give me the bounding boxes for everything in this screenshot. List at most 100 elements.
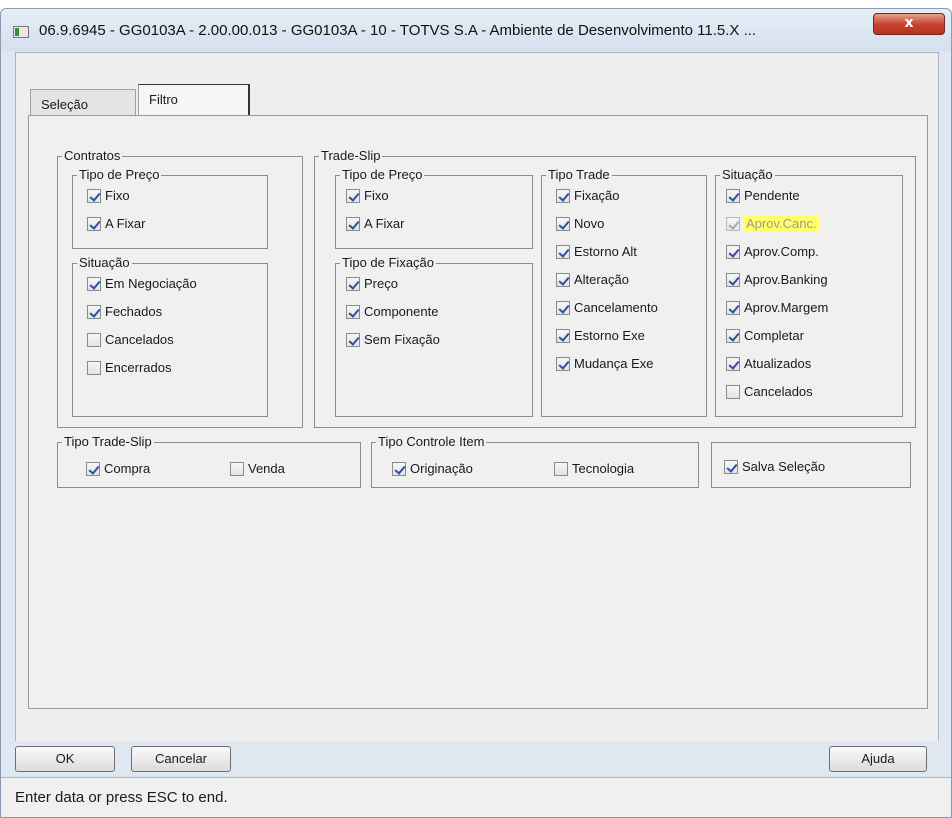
checkbox-box[interactable] bbox=[724, 459, 738, 474]
checkbox-box[interactable] bbox=[346, 188, 360, 203]
checkbox-box[interactable] bbox=[726, 328, 740, 343]
checkbox-box[interactable] bbox=[87, 216, 101, 231]
checkbox-box[interactable] bbox=[86, 461, 100, 476]
checkbox-label: Cancelamento bbox=[574, 300, 658, 315]
checkbox-aprov-comp[interactable]: Aprov.Comp. bbox=[726, 244, 819, 259]
checkbox-label: Em Negociação bbox=[105, 276, 197, 291]
checkbox-label: Completar bbox=[744, 328, 804, 343]
filtro-panel: Contratos Tipo de Preço Fixo A Fixar Sit… bbox=[28, 115, 928, 709]
checkbox-estorno-alt[interactable]: Estorno Alt bbox=[556, 244, 637, 259]
ok-button[interactable]: OK bbox=[15, 746, 115, 772]
checkbox-encerrados[interactable]: Encerrados bbox=[87, 360, 171, 375]
checkbox-box[interactable] bbox=[346, 276, 360, 291]
checkbox-box[interactable] bbox=[556, 272, 570, 287]
checkbox-fixacao[interactable]: Fixação bbox=[556, 188, 620, 203]
group-label: Tipo Controle Item bbox=[376, 434, 487, 450]
checkbox-pendente[interactable]: Pendente bbox=[726, 188, 800, 203]
checkbox-box[interactable] bbox=[346, 216, 360, 231]
checkbox-aprov-margem[interactable]: Aprov.Margem bbox=[726, 300, 828, 315]
checkbox-box bbox=[726, 216, 740, 231]
checkbox-label: Fixo bbox=[105, 188, 130, 203]
checkbox-label: Preço bbox=[364, 276, 398, 291]
checkbox-label: Estorno Exe bbox=[574, 328, 645, 343]
checkbox-contratos-fixo[interactable]: Fixo bbox=[87, 188, 130, 203]
checkbox-box[interactable] bbox=[346, 304, 360, 319]
checkbox-box[interactable] bbox=[556, 216, 570, 231]
checkbox-label: Estorno Alt bbox=[574, 244, 637, 259]
checkbox-label: Alteração bbox=[574, 272, 629, 287]
checkbox-box[interactable] bbox=[554, 461, 568, 476]
checkbox-label-highlighted: Aprov.Canc. bbox=[744, 216, 819, 231]
group-trade-situacao: Situação Pendente Aprov.Canc. Aprov.Comp… bbox=[715, 167, 903, 417]
tab-filtro[interactable]: Filtro bbox=[138, 84, 250, 116]
tab-selecao[interactable]: Seleção bbox=[30, 89, 136, 115]
checkbox-box[interactable] bbox=[87, 332, 101, 347]
group-label: Tipo de Fixação bbox=[340, 255, 437, 271]
checkbox-sem-fixacao[interactable]: Sem Fixação bbox=[346, 332, 440, 347]
checkbox-box[interactable] bbox=[87, 304, 101, 319]
window-title: 06.9.6945 - GG0103A - 2.00.00.013 - GG01… bbox=[39, 22, 757, 39]
checkbox-trade-cancelados[interactable]: Cancelados bbox=[726, 384, 813, 399]
checkbox-trade-fixo[interactable]: Fixo bbox=[346, 188, 389, 203]
status-text: Enter data or press ESC to end. bbox=[15, 789, 228, 806]
checkbox-label: Tecnologia bbox=[572, 461, 635, 476]
checkbox-label: Salva Seleção bbox=[742, 459, 826, 474]
checkbox-box[interactable] bbox=[556, 328, 570, 343]
checkbox-box[interactable] bbox=[230, 461, 244, 476]
checkbox-label: Aprov.Comp. bbox=[744, 244, 819, 259]
close-button[interactable]: x bbox=[873, 13, 945, 35]
group-contratos-situacao: Situação Em Negociação Fechados Cancelad… bbox=[72, 255, 268, 417]
checkbox-fechados[interactable]: Fechados bbox=[87, 304, 162, 319]
group-salva-selecao: Salva Seleção bbox=[711, 442, 911, 488]
checkbox-label: Aprov.Banking bbox=[744, 272, 828, 287]
checkbox-originacao[interactable]: Originação bbox=[392, 461, 473, 476]
group-tipo-fixacao: Tipo de Fixação Preço Componente Sem Fix… bbox=[335, 255, 533, 417]
checkbox-box[interactable] bbox=[392, 461, 406, 476]
title-bar[interactable]: 06.9.6945 - GG0103A - 2.00.00.013 - GG01… bbox=[1, 9, 951, 51]
checkbox-box[interactable] bbox=[726, 188, 740, 203]
checkbox-novo[interactable]: Novo bbox=[556, 216, 604, 231]
checkbox-label: A Fixar bbox=[364, 216, 405, 231]
checkbox-box[interactable] bbox=[556, 300, 570, 315]
group-label: Tipo de Preço bbox=[340, 167, 425, 183]
checkbox-preco[interactable]: Preço bbox=[346, 276, 398, 291]
checkbox-box[interactable] bbox=[346, 332, 360, 347]
group-tipo-controle-item: Tipo Controle Item Originação Tecnologia bbox=[371, 434, 699, 488]
checkbox-box[interactable] bbox=[726, 384, 740, 399]
cancelar-button[interactable]: Cancelar bbox=[131, 746, 231, 772]
checkbox-box[interactable] bbox=[556, 244, 570, 259]
checkbox-salva-selecao[interactable]: Salva Seleção bbox=[724, 459, 825, 474]
group-label: Situação bbox=[720, 167, 775, 183]
checkbox-cancelados[interactable]: Cancelados bbox=[87, 332, 174, 347]
checkbox-alteracao[interactable]: Alteração bbox=[556, 272, 629, 287]
checkbox-box[interactable] bbox=[87, 188, 101, 203]
checkbox-aprov-banking[interactable]: Aprov.Banking bbox=[726, 272, 828, 287]
checkbox-tecnologia[interactable]: Tecnologia bbox=[554, 461, 634, 476]
checkbox-label: Componente bbox=[364, 304, 439, 319]
checkbox-cancelamento[interactable]: Cancelamento bbox=[556, 300, 658, 315]
group-label: Tipo de Preço bbox=[77, 167, 162, 183]
checkbox-label: Compra bbox=[104, 461, 151, 476]
checkbox-trade-a-fixar[interactable]: A Fixar bbox=[346, 216, 404, 231]
ajuda-button[interactable]: Ajuda bbox=[829, 746, 927, 772]
checkbox-em-negociacao[interactable]: Em Negociação bbox=[87, 276, 197, 291]
checkbox-estorno-exe[interactable]: Estorno Exe bbox=[556, 328, 645, 343]
checkbox-mudanca-exe[interactable]: Mudança Exe bbox=[556, 356, 654, 371]
dialog-client-area: Seleção Filtro Contratos Tipo de Preço F… bbox=[15, 52, 939, 742]
checkbox-box[interactable] bbox=[726, 300, 740, 315]
checkbox-compra[interactable]: Compra bbox=[86, 461, 150, 476]
group-tipo-trade: Tipo Trade Fixação Novo Estorno Alt Alte… bbox=[541, 167, 707, 417]
checkbox-box[interactable] bbox=[556, 356, 570, 371]
checkbox-completar[interactable]: Completar bbox=[726, 328, 804, 343]
checkbox-box[interactable] bbox=[556, 188, 570, 203]
checkbox-componente[interactable]: Componente bbox=[346, 304, 438, 319]
checkbox-venda[interactable]: Venda bbox=[230, 461, 285, 476]
checkbox-box[interactable] bbox=[87, 276, 101, 291]
button-bar: OK Cancelar Ajuda bbox=[1, 741, 951, 777]
checkbox-box[interactable] bbox=[726, 272, 740, 287]
checkbox-box[interactable] bbox=[726, 244, 740, 259]
checkbox-atualizados[interactable]: Atualizados bbox=[726, 356, 811, 371]
checkbox-box[interactable] bbox=[726, 356, 740, 371]
checkbox-contratos-a-fixar[interactable]: A Fixar bbox=[87, 216, 145, 231]
checkbox-box[interactable] bbox=[87, 360, 101, 375]
